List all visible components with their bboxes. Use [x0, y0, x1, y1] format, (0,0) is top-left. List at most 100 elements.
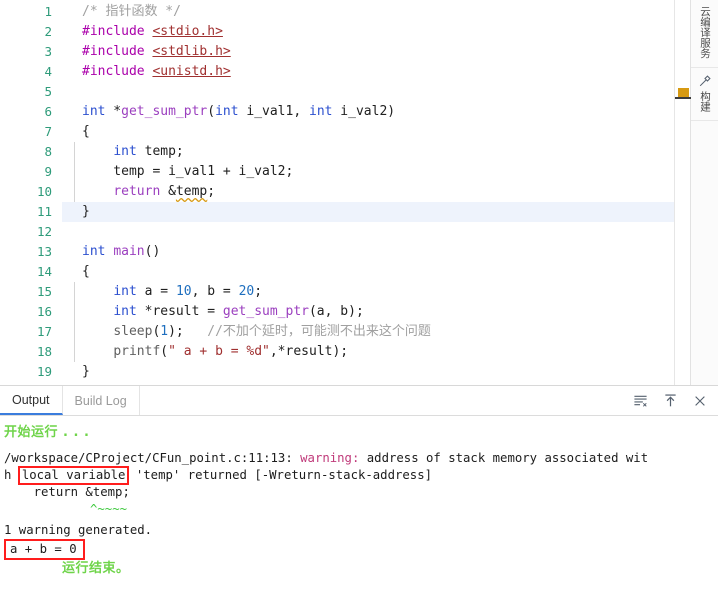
code-token: get_sum_ptr	[222, 304, 309, 319]
code-token: get_sum_ptr	[121, 104, 208, 119]
code-token: printf	[113, 344, 161, 359]
indent-guide	[74, 142, 75, 162]
warning-keyword: warning:	[300, 451, 360, 465]
code-token: i_val2	[332, 104, 388, 119]
tabbar-filler	[140, 386, 632, 415]
output-end-line: 运行结束。	[62, 561, 130, 576]
line-number: 7	[44, 124, 52, 139]
code-token: , b =	[191, 284, 239, 299]
line-number: 11	[36, 204, 52, 219]
code-token: i_val1,	[238, 104, 309, 119]
right-tool-rail: 云编译服务 构建	[690, 0, 718, 385]
code-line[interactable]: printf(" a + b = %d",*result);	[62, 342, 674, 362]
code-token: 20	[238, 284, 255, 299]
output-warning-line-1: /workspace/CProject/CFun_point.c:11:13: …	[4, 450, 712, 467]
code-line[interactable]	[62, 222, 674, 242]
code-token: return	[113, 184, 161, 199]
line-number: 5	[44, 84, 52, 99]
indent-guide	[74, 182, 75, 202]
line-number: 4	[44, 64, 52, 79]
code-editor[interactable]: 1 2 3 4 5 6 7 8 9 10 11 12 13 14 15 16 17 18 19 /* 指针函数 */…	[0, 0, 674, 385]
warning-message-part2: 'temp' returned [-Wreturn-stack-address]	[128, 468, 433, 482]
output-panel: Output Build Log 开始运行 . . . /workspace/C…	[0, 385, 718, 595]
editor-vertical-scrollbar[interactable]	[674, 0, 691, 385]
code-token: #include	[82, 64, 153, 79]
scrollbar-thumb[interactable]	[675, 97, 691, 99]
code-line[interactable]: }	[62, 362, 674, 382]
code-line[interactable]: /* 指针函数 */	[62, 2, 674, 22]
line-number: 13	[36, 244, 52, 259]
code-line[interactable]: sleep(1); //不加个延时，可能测不出来这个问题	[62, 322, 674, 342]
tab-output-label: Output	[12, 392, 50, 407]
code-token: &	[160, 184, 176, 199]
output-program-result-row: a + b = 0	[4, 539, 712, 560]
code-token: //不加个延时，可能测不出来这个问题	[183, 324, 431, 339]
line-number: 16	[36, 304, 52, 319]
scrollbar-warning-marker[interactable]	[678, 88, 689, 97]
line-number: 6	[44, 104, 52, 119]
output-warning-line-2: h local variable 'temp' returned [-Wretu…	[4, 466, 712, 485]
code-token: #include	[82, 24, 153, 39]
code-line[interactable]: return &temp;	[62, 182, 674, 202]
output-warning-source-line: return &temp;	[4, 485, 130, 499]
code-token: temp;	[136, 144, 184, 159]
code-line[interactable]: int temp;	[62, 142, 674, 162]
output-start-line: 开始运行 . . .	[4, 425, 90, 440]
code-content[interactable]: /* 指针函数 */#include <stdio.h> #include <st…	[62, 0, 674, 385]
code-line[interactable]: #include <stdlib.h>	[62, 42, 674, 62]
line-number: 15	[36, 284, 52, 299]
code-token: temp	[175, 184, 208, 199]
line-number: 2	[44, 24, 52, 39]
indent-guide	[74, 282, 75, 302]
line-number: 9	[44, 164, 52, 179]
line-number: 14	[36, 264, 52, 279]
indent-guide	[74, 302, 75, 322]
code-token: a =	[136, 284, 176, 299]
code-line[interactable]: int a = 10, b = 20;	[62, 282, 674, 302]
tab-build-log[interactable]: Build Log	[63, 386, 140, 415]
code-token: int	[113, 144, 137, 159]
code-token: <stdio.h>	[152, 24, 223, 39]
line-number: 8	[44, 144, 52, 159]
scroll-to-top-icon[interactable]	[662, 393, 678, 409]
code-token: main	[113, 244, 145, 259]
code-line[interactable]: {	[62, 262, 674, 282]
code-token: (a, b);	[308, 304, 364, 319]
code-token: " a + b = %d"	[168, 344, 270, 359]
line-number: 1	[44, 4, 52, 19]
code-token: ,*result);	[269, 344, 349, 359]
code-line[interactable]: int main()	[62, 242, 674, 262]
line-number: 19	[36, 364, 52, 379]
code-token: sleep	[113, 324, 153, 339]
rail-item-build[interactable]: 构建	[691, 68, 718, 121]
rail-item-cloud-compile[interactable]: 云编译服务	[691, 0, 718, 68]
code-token: int	[309, 104, 333, 119]
code-token: 1	[160, 324, 169, 339]
code-line[interactable]	[62, 82, 674, 102]
output-console[interactable]: 开始运行 . . . /workspace/CProject/CFun_poin…	[0, 416, 718, 595]
code-line[interactable]: #include <unistd.h>	[62, 62, 674, 82]
code-token: ()	[144, 244, 161, 259]
code-line[interactable]: #include <stdio.h>	[62, 22, 674, 42]
code-token: 10	[175, 284, 192, 299]
code-line[interactable]: {	[62, 122, 674, 142]
code-token: (	[160, 344, 169, 359]
code-token: int	[113, 304, 137, 319]
code-token: <stdlib.h>	[152, 44, 231, 59]
code-line[interactable]: temp = i_val1 + i_val2;	[62, 162, 674, 182]
code-line[interactable]: }	[62, 202, 674, 222]
code-line[interactable]: int *result = get_sum_ptr(a, b);	[62, 302, 674, 322]
annotation-box-program-output: a + b = 0	[4, 539, 85, 560]
tab-output[interactable]: Output	[0, 386, 63, 415]
output-caret-marker: ^~~~~	[90, 502, 128, 516]
code-line[interactable]: int *get_sum_ptr(int i_val1, int i_val2)	[62, 102, 674, 122]
line-number: 18	[36, 344, 52, 359]
code-token: )	[387, 104, 396, 119]
clear-output-icon[interactable]	[632, 393, 648, 409]
close-panel-icon[interactable]	[692, 393, 708, 409]
